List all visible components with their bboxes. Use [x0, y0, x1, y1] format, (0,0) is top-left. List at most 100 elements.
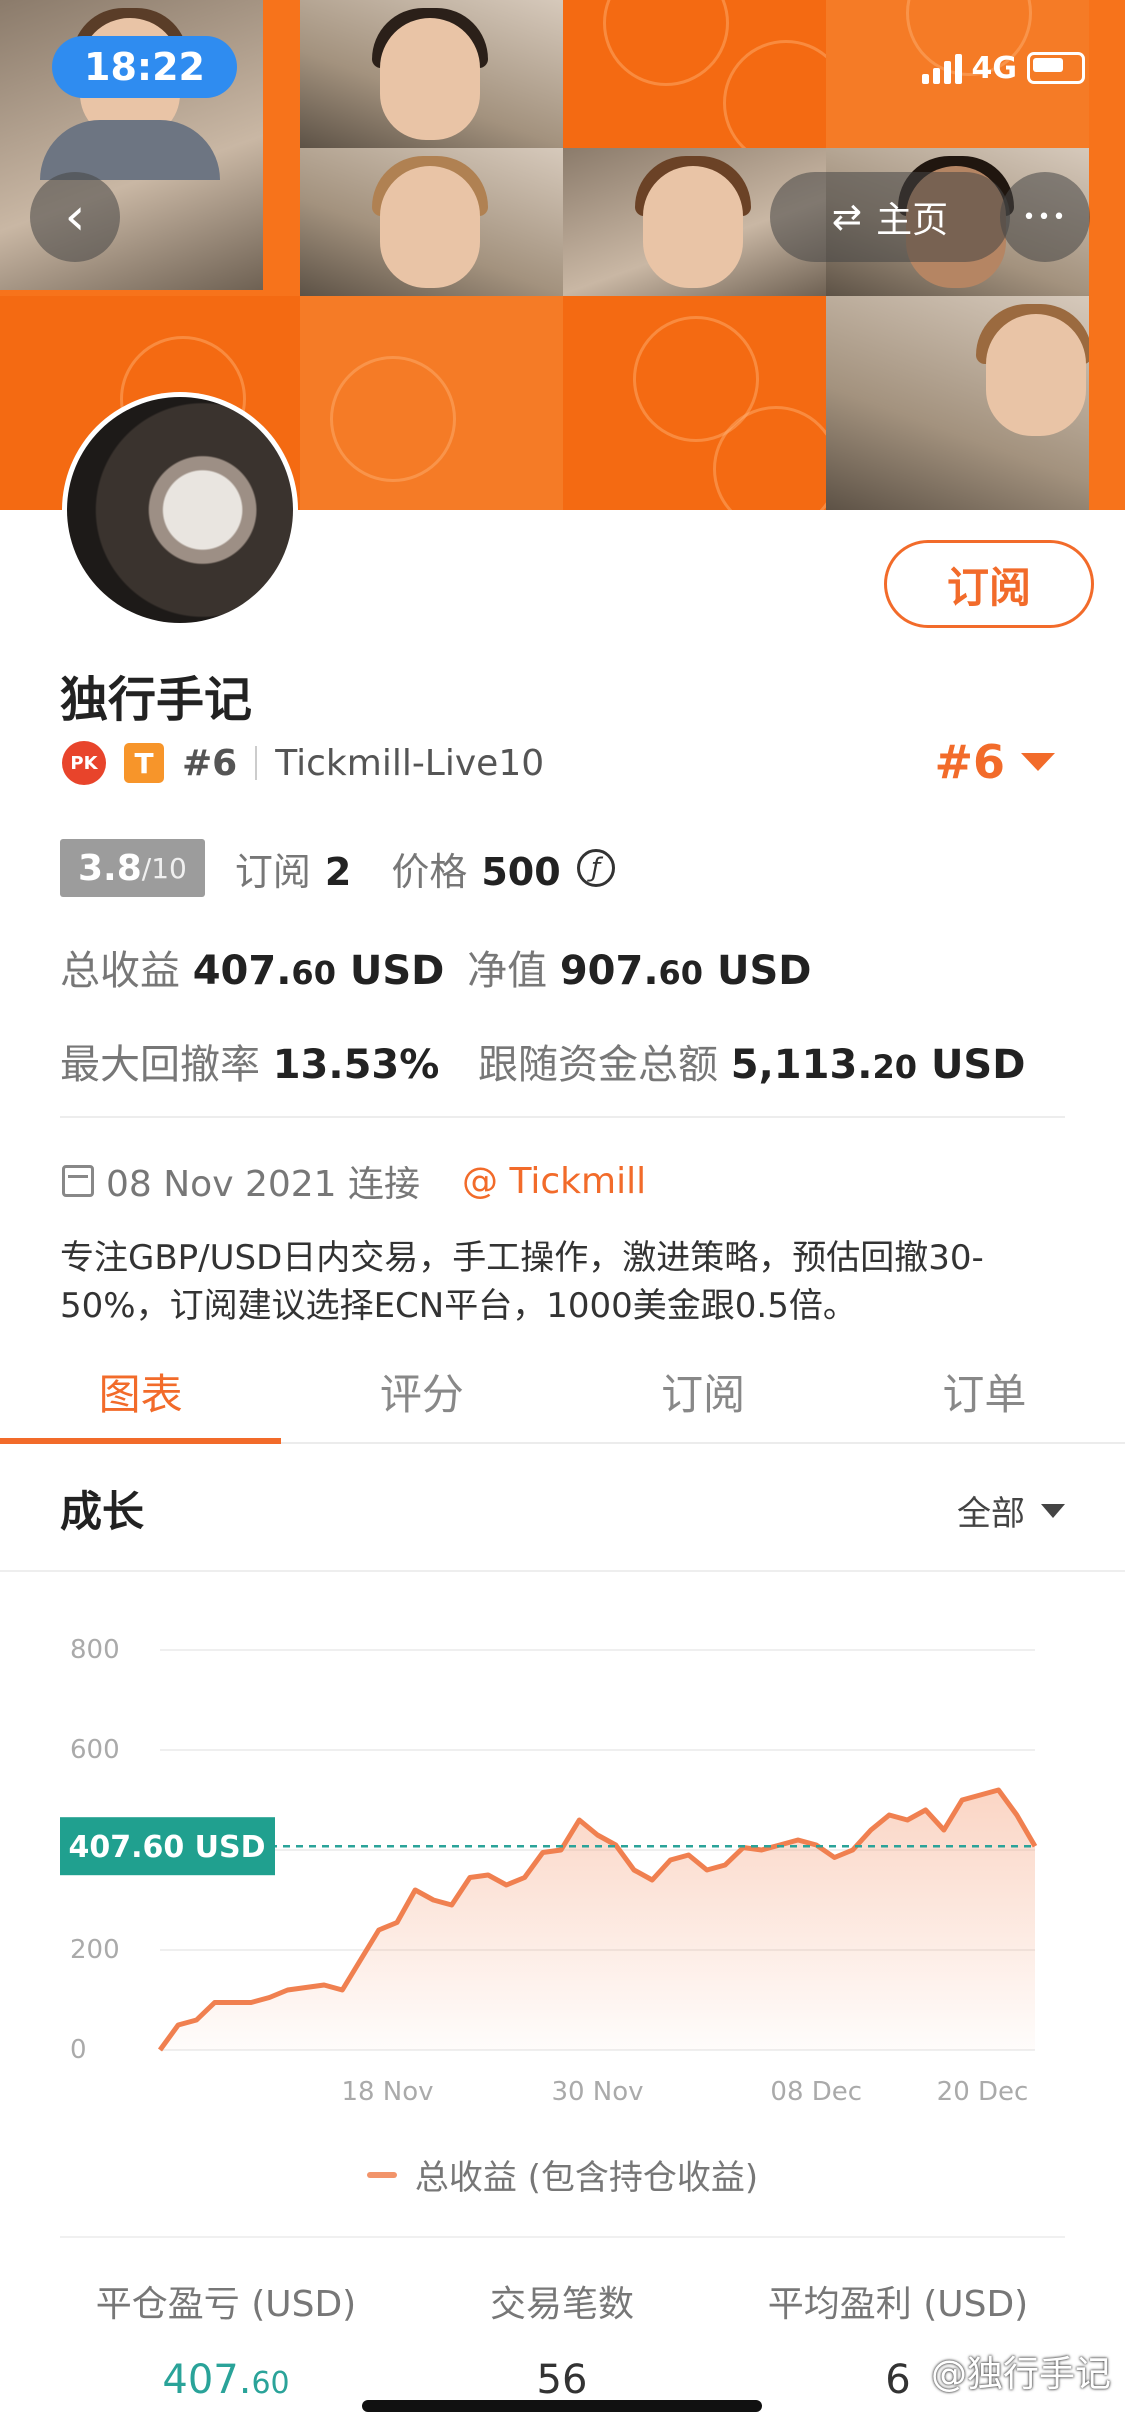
follow-funds-unit: USD — [930, 1042, 1026, 1088]
swap-icon: ⇄ — [831, 196, 863, 238]
summary-label: 平仓盈亏 (USD) — [95, 2284, 357, 2325]
x-tick-label: 08 Dec — [770, 2077, 862, 2107]
current-value-label: 407.60 USD — [68, 1830, 265, 1865]
connection-date: 08 Nov 2021 连接 — [106, 1164, 421, 1205]
pk-badge-icon[interactable]: PK — [62, 741, 106, 785]
price-value: 500 — [481, 849, 561, 894]
tab-chart[interactable]: 图表 — [0, 1340, 282, 1444]
subscriptions-value: 2 — [324, 849, 352, 894]
score-value: 3.8 — [78, 847, 142, 889]
caret-down-icon — [1021, 753, 1055, 771]
price-stat: 价格 500 — [391, 841, 560, 896]
more-button[interactable]: ••• — [1000, 172, 1090, 262]
more-icon: ••• — [1022, 204, 1068, 230]
banner-photo — [300, 0, 563, 148]
status-indicators: 4G — [921, 46, 1085, 90]
score-badge: 3.8/10 — [60, 839, 205, 897]
summary-value-int: 56 — [536, 2357, 588, 2403]
back-icon: ‹ — [64, 187, 86, 247]
divider — [0, 1570, 1125, 1572]
tab-bar: 图表 评分 订阅 订单 — [0, 1340, 1125, 1444]
divider — [255, 746, 258, 780]
summary-value: 56 — [392, 2357, 732, 2403]
x-tick-label: 20 Dec — [937, 2077, 1029, 2107]
avatar[interactable] — [62, 392, 298, 628]
max-drawdown-label: 最大回撤率 — [60, 1042, 260, 1088]
home-label: 主页 — [876, 200, 949, 241]
summary-value: 407.60 — [56, 2357, 396, 2403]
total-profit-label: 总收益 — [60, 948, 180, 994]
avatar-image — [67, 397, 293, 623]
home-indicator[interactable] — [362, 2400, 762, 2412]
summary-value-decimal: 60 — [251, 2366, 290, 2401]
trader-type-badge: T — [124, 743, 164, 783]
y-tick-label: 200 — [70, 1935, 120, 1965]
caret-down-icon — [1041, 1503, 1065, 1518]
equity-decimal: 60 — [658, 954, 704, 992]
chart-legend: 总收益 (包含持仓收益) — [0, 2150, 1125, 2199]
total-profit-decimal: 60 — [291, 954, 336, 992]
equity-unit: USD — [717, 948, 812, 994]
price-label: 价格 — [391, 849, 468, 894]
drawdown-funds-line: 最大回撤率 13.53% 跟随资金总额 5,113.20 USD — [60, 1032, 1025, 1090]
section-title: 成长 — [60, 1487, 145, 1536]
battery-icon — [1027, 52, 1085, 84]
signal-icon — [921, 52, 962, 84]
status-time: 18:22 — [52, 36, 237, 98]
summary-value-int: 6 — [885, 2357, 911, 2403]
area-fill — [160, 1790, 1035, 2050]
tab-subscriptions[interactable]: 订阅 — [563, 1340, 844, 1442]
subscriptions-stat: 订阅 2 — [235, 841, 351, 896]
summary-trade-count: 交易笔数 56 — [392, 2275, 732, 2403]
divider — [60, 1116, 1065, 1118]
profile-description: 专注GBP/USD日内交易，手工操作，激进策略，预估回撤30-50%，订阅建议选… — [60, 1238, 984, 1326]
rank-label: #6 — [182, 742, 238, 784]
network-type: 4G — [971, 50, 1018, 86]
total-profit-unit: USD — [349, 948, 445, 994]
tab-orders[interactable]: 订单 — [844, 1340, 1125, 1442]
page-title: 独行手记 — [60, 672, 253, 728]
profit-equity-line: 总收益 407.60 USD 净值 907.60 USD — [60, 938, 812, 996]
connection-row: 08 Nov 2021 连接 @ Tickmill — [62, 1155, 646, 1207]
follow-funds-label: 跟随资金总额 — [478, 1042, 719, 1088]
back-button[interactable]: ‹ — [30, 172, 120, 262]
follow-funds-value: 5,113. — [730, 1042, 873, 1088]
y-tick-label: 800 — [70, 1635, 120, 1665]
growth-chart[interactable]: 800600400200018 Nov30 Nov08 Dec20 Dec407… — [0, 1600, 1125, 2130]
y-tick-label: 600 — [70, 1735, 120, 1765]
calendar-icon — [62, 1165, 94, 1197]
y-tick-label: 0 — [70, 2035, 87, 2065]
broker-account: Tickmill-Live10 — [275, 742, 545, 784]
banner-pattern — [300, 296, 563, 510]
broker-link[interactable]: @ Tickmill — [462, 1161, 646, 1202]
x-tick-label: 30 Nov — [551, 2077, 643, 2107]
summary-closed-pnl: 平仓盈亏 (USD) 407.60 — [56, 2275, 396, 2403]
divider — [60, 2236, 1065, 2238]
home-button[interactable]: ⇄ 主页 — [770, 172, 1010, 262]
range-label: 全部 — [957, 1494, 1025, 1534]
legend-swatch — [366, 2171, 397, 2178]
total-profit-value: 407. — [192, 948, 292, 994]
max-drawdown-value: 13.53% — [272, 1042, 440, 1088]
summary-value-int: 407. — [162, 2357, 252, 2403]
tab-ratings[interactable]: 评分 — [281, 1340, 562, 1442]
equity-value: 907. — [559, 948, 659, 994]
badge-row: PK T #6 Tickmill-Live10 — [62, 735, 544, 791]
rank-value: #6 — [934, 735, 1005, 789]
banner-photo — [300, 148, 563, 296]
subscribe-button[interactable]: 订阅 — [884, 540, 1094, 628]
equity-label: 净值 — [467, 948, 548, 994]
summary-label: 交易笔数 — [489, 2284, 634, 2325]
subscriptions-label: 订阅 — [234, 849, 311, 894]
banner-pattern — [563, 0, 826, 148]
x-tick-label: 18 Nov — [341, 2077, 433, 2107]
rank-dropdown[interactable]: #6 — [934, 735, 1055, 789]
score-row: 3.8/10 订阅 2 价格 500 ƒ — [60, 838, 615, 898]
coin-icon: ƒ — [576, 849, 615, 887]
summary-label: 平均盈利 (USD) — [767, 2284, 1029, 2325]
score-denominator: /10 — [141, 851, 187, 885]
legend-label: 总收益 (包含持仓收益) — [414, 2158, 759, 2198]
follow-funds-decimal: 20 — [872, 1048, 918, 1086]
range-dropdown[interactable]: 全部 — [957, 1486, 1065, 1535]
watermark: @独行手记 — [930, 2354, 1111, 2395]
